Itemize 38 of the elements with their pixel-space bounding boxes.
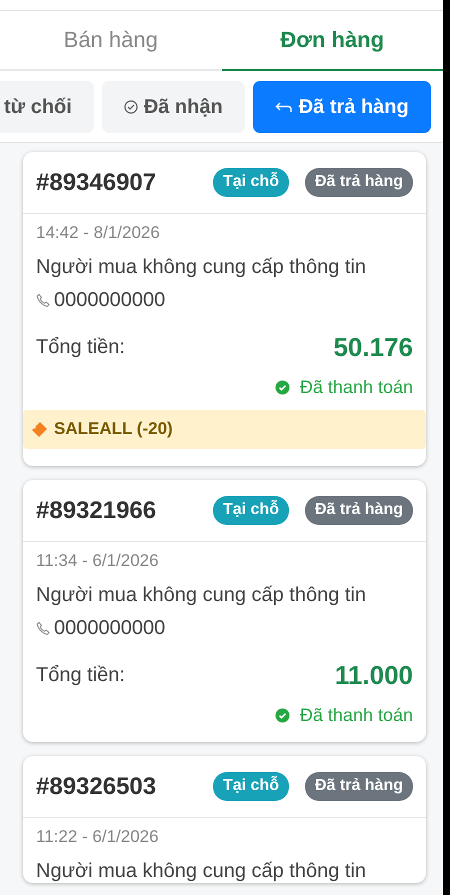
return-arrow-icon	[274, 101, 293, 113]
status-tag: Tại chỗ	[212, 496, 289, 525]
buyer-name: Người mua không cung cấp thông tin	[36, 584, 368, 607]
voucher-code: SALEALL (-20)	[54, 419, 173, 439]
total-label: Tổng tiền:	[36, 336, 125, 359]
phone-icon	[36, 293, 51, 308]
order-card[interactable]: #89346907 Tại chỗ Đã trả hàng 14:42 - 8/1/2026 Người mua không cung cấp thông tin 0000000000 Tổng tiền: 50.176 Đã thanh toán SALEALL (-20)	[23, 152, 426, 466]
filter-chip[interactable]: Đã trả hàng	[252, 81, 431, 133]
filter-chip[interactable]: Đã nhận	[102, 81, 245, 133]
status-tag: Đã trả hàng	[304, 168, 413, 197]
payment-status: Đã thanh toán	[300, 377, 413, 398]
check-circle-icon	[274, 380, 290, 395]
total-amount: 50.176	[333, 332, 413, 363]
status-tag: Tại chỗ	[212, 772, 289, 801]
check-circle-icon	[274, 708, 290, 723]
tab[interactable]: Bán hàng	[0, 11, 222, 71]
order-id: #89321966	[36, 496, 158, 524]
order-id: #89346907	[36, 168, 158, 196]
payment-status: Đã thanh toán	[300, 705, 413, 726]
total-label: Tổng tiền:	[36, 664, 125, 687]
filter-chip[interactable]: từ chối	[0, 81, 94, 133]
buyer-name: Người mua không cung cấp thông tin	[36, 256, 368, 279]
phone-number: 0000000000	[54, 289, 166, 312]
phone-number: 0000000000	[54, 617, 166, 640]
order-card[interactable]: #89321966 Tại chỗ Đã trả hàng 11:34 - 6/1/2026 Người mua không cung cấp thông tin 0000000000 Tổng tiền: 11.000 Đã thanh toán	[23, 480, 426, 742]
order-time: 14:42 - 8/1/2026	[36, 223, 161, 243]
status-tag: Đã trả hàng	[304, 496, 413, 525]
total-amount: 11.000	[334, 660, 413, 691]
phone-icon	[36, 621, 51, 636]
order-card[interactable]: #89326503 Tại chỗ Đã trả hàng 11:22 - 6/1/2026 Người mua không cung cấp thông tin	[23, 756, 426, 883]
ticket-icon	[31, 420, 48, 438]
check-circle-icon	[124, 100, 138, 114]
order-id: #89326503	[36, 772, 158, 800]
status-tag: Đã trả hàng	[304, 772, 413, 801]
status-tag: Tại chỗ	[212, 168, 289, 197]
buyer-name: Người mua không cung cấp thông tin	[36, 860, 368, 883]
order-time: 11:34 - 6/1/2026	[36, 551, 160, 571]
order-time: 11:22 - 6/1/2026	[36, 827, 160, 847]
